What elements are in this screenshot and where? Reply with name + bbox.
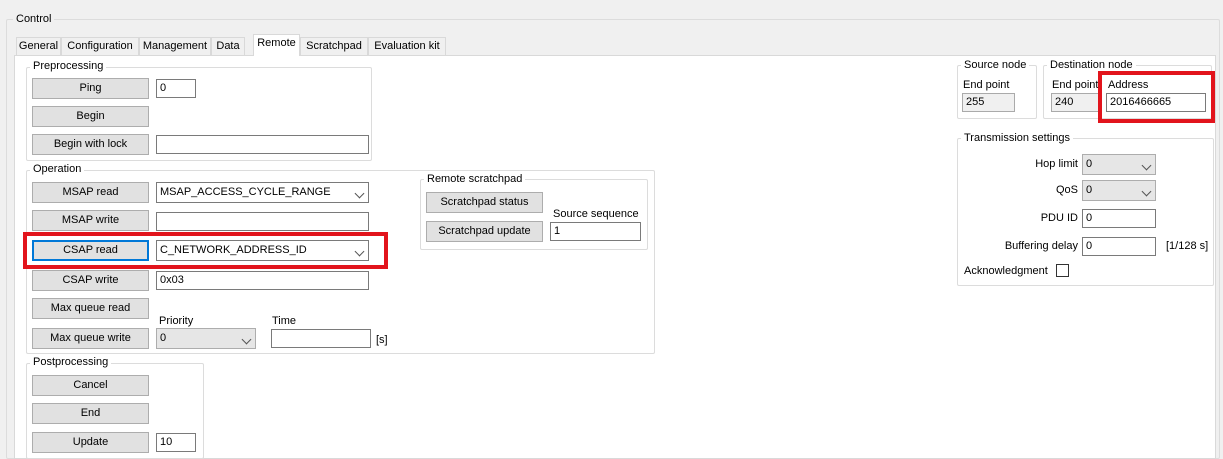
- update-button[interactable]: Update: [32, 432, 149, 453]
- msap-read-select[interactable]: MSAP_ACCESS_CYCLE_RANGE: [156, 182, 369, 203]
- destination-endpoint-label: End point: [1052, 79, 1099, 91]
- tab-remote[interactable]: Remote: [253, 34, 300, 56]
- msap-read-select-value: MSAP_ACCESS_CYCLE_RANGE: [160, 186, 331, 198]
- msap-read-button[interactable]: MSAP read: [32, 182, 149, 203]
- control-title: Control: [13, 13, 55, 25]
- chevron-down-icon: [354, 188, 365, 199]
- ping-input[interactable]: 0: [156, 79, 196, 98]
- msap-write-button[interactable]: MSAP write: [32, 210, 149, 231]
- end-button[interactable]: End: [32, 403, 149, 424]
- scratchpad-update-button[interactable]: Scratchpad update: [426, 221, 543, 242]
- time-unit-label: [s]: [376, 334, 388, 346]
- destination-endpoint-input[interactable]: 240: [1051, 93, 1101, 112]
- acknowledgment-label: Acknowledgment: [964, 265, 1048, 277]
- csap-read-highlight: [23, 232, 388, 269]
- priority-select-value: 0: [160, 332, 167, 344]
- postprocessing-title: Postprocessing: [30, 356, 112, 368]
- source-sequence-input[interactable]: 1: [550, 222, 641, 241]
- buffering-delay-label: Buffering delay: [1004, 240, 1078, 252]
- tab-evaluation-kit[interactable]: Evaluation kit: [368, 37, 446, 55]
- preprocessing-title: Preprocessing: [30, 60, 107, 72]
- acknowledgment-checkbox[interactable]: [1056, 264, 1069, 277]
- time-label: Time: [272, 315, 297, 327]
- source-node-title: Source node: [961, 59, 1030, 71]
- qos-select[interactable]: 0: [1082, 180, 1156, 201]
- transmission-settings-title: Transmission settings: [961, 132, 1073, 144]
- cancel-button[interactable]: Cancel: [32, 375, 149, 396]
- operation-title: Operation: [30, 163, 85, 175]
- priority-select[interactable]: 0: [156, 328, 256, 349]
- tab-general[interactable]: General: [16, 37, 61, 55]
- pdu-id-input[interactable]: 0: [1082, 209, 1156, 228]
- ping-button[interactable]: Ping: [32, 78, 149, 99]
- buffering-delay-input[interactable]: 0: [1082, 237, 1156, 256]
- begin-with-lock-input[interactable]: [156, 135, 369, 154]
- remote-scratchpad-title: Remote scratchpad: [424, 173, 526, 185]
- hop-limit-select-value: 0: [1086, 158, 1093, 170]
- scratchpad-status-button[interactable]: Scratchpad status: [426, 192, 543, 213]
- source-endpoint-input[interactable]: 255: [962, 93, 1015, 112]
- max-queue-write-button[interactable]: Max queue write: [32, 328, 149, 349]
- tab-scratchpad[interactable]: Scratchpad: [300, 37, 368, 55]
- msap-write-input[interactable]: [156, 212, 369, 231]
- time-input[interactable]: [271, 329, 371, 348]
- qos-select-value: 0: [1086, 184, 1093, 196]
- address-highlight: [1098, 71, 1215, 123]
- tab-data[interactable]: Data: [211, 37, 245, 55]
- tab-management[interactable]: Management: [139, 37, 211, 55]
- max-queue-read-button[interactable]: Max queue read: [32, 298, 149, 319]
- csap-write-input[interactable]: 0x03: [156, 271, 369, 290]
- qos-label: QoS: [1055, 184, 1078, 196]
- begin-with-lock-button[interactable]: Begin with lock: [32, 134, 149, 155]
- chevron-down-icon: [241, 334, 252, 345]
- priority-label: Priority: [159, 315, 194, 327]
- tab-configuration[interactable]: Configuration: [61, 37, 139, 55]
- begin-button[interactable]: Begin: [32, 106, 149, 127]
- destination-node-title: Destination node: [1047, 59, 1136, 71]
- buffering-delay-unit: [1/128 s]: [1166, 240, 1209, 252]
- chevron-down-icon: [1141, 160, 1152, 171]
- source-sequence-label: Source sequence: [553, 208, 639, 220]
- csap-write-button[interactable]: CSAP write: [32, 270, 149, 291]
- hop-limit-select[interactable]: 0: [1082, 154, 1156, 175]
- update-input[interactable]: 10: [156, 433, 196, 452]
- pdu-id-label: PDU ID: [1040, 212, 1078, 224]
- source-endpoint-label: End point: [963, 79, 1010, 91]
- hop-limit-label: Hop limit: [1035, 158, 1078, 170]
- chevron-down-icon: [1141, 186, 1152, 197]
